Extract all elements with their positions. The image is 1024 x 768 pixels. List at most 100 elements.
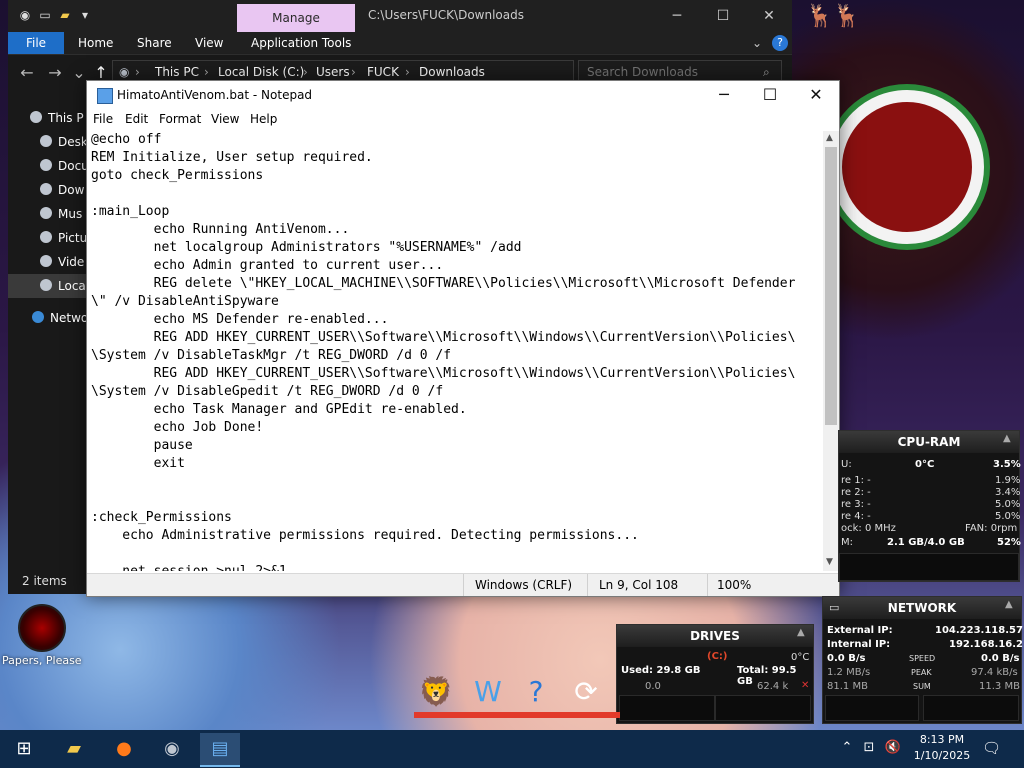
properties-icon[interactable]: ▭	[38, 8, 52, 22]
taskbar: ⊞ ▰ ● ◉ ▤ ⌃ ⊡ 🔇 8:13 PM 1/10/2025 🗨	[0, 730, 1024, 768]
minimize-button[interactable]: ─	[654, 4, 700, 28]
back-arrow-icon[interactable]: ←	[16, 62, 38, 84]
clock-speed: ock: 0 MHz	[841, 523, 896, 534]
search-icon: ⌕	[763, 65, 770, 79]
collapse-icon[interactable]: ▲	[1005, 599, 1013, 610]
app-icon[interactable]: ◉	[152, 733, 192, 765]
explorer-app-icon[interactable]: ◉	[18, 8, 32, 22]
clock-time: 8:13 PM	[919, 733, 965, 746]
cpu-percent: 3.5%	[993, 459, 1021, 470]
taskbar-clock[interactable]: 8:13 PM 1/10/2025	[912, 732, 972, 764]
notepad-taskbar-icon[interactable]: ▤	[200, 733, 240, 767]
nav-item-desktop[interactable]: Desk	[40, 130, 88, 154]
drive-write: 62.4 k	[757, 681, 789, 692]
scroll-up-icon[interactable]: ▲	[826, 133, 833, 143]
help-icon[interactable]: ?	[772, 35, 788, 51]
music-icon	[40, 207, 52, 219]
papers-please-icon[interactable]	[18, 604, 66, 652]
nav-item-documents[interactable]: Docu	[40, 154, 89, 178]
text-editor[interactable]: @echo off REM Initialize, User setup req…	[87, 131, 823, 571]
nav-item-label: This P	[48, 111, 84, 125]
scrollbar-thumb[interactable]	[825, 147, 837, 425]
vertical-scrollbar[interactable]: ▲ ▼	[823, 131, 839, 571]
breadcrumb-user[interactable]: FUCK	[367, 65, 399, 79]
network-icon[interactable]: ⊡	[860, 738, 878, 758]
speed-label: SPEED	[909, 654, 936, 663]
breadcrumb-separator-icon: ›	[303, 65, 308, 79]
cpu-temp: 0°C	[915, 459, 935, 470]
nav-item-pictures[interactable]: Pictu	[40, 226, 87, 250]
status-bar: Windows (CRLF) Ln 9, Col 108 100%	[87, 573, 839, 596]
nav-item-local-disk[interactable]: Loca	[8, 274, 98, 298]
upload-graph	[923, 695, 1019, 721]
menu-format[interactable]: Format	[159, 112, 201, 126]
ram-label: M:	[841, 537, 853, 548]
core-value: 5.0%	[995, 499, 1021, 510]
tab-home[interactable]: Home	[78, 32, 113, 54]
desktop-icon	[40, 135, 52, 147]
breadcrumb-downloads[interactable]: Downloads	[419, 65, 485, 79]
customize-toolbar-icon[interactable]: ▾	[78, 8, 92, 22]
tab-view[interactable]: View	[195, 32, 223, 54]
drive-letter: (C:)	[707, 651, 728, 662]
expand-ribbon-icon[interactable]: ⌄	[752, 32, 762, 54]
core-label: re 4: -	[841, 511, 871, 522]
collapse-icon[interactable]: ▲	[797, 627, 805, 638]
help-question-icon[interactable]: ?	[514, 670, 558, 714]
tab-share[interactable]: Share	[137, 32, 172, 54]
network-gadget: NETWORK ▲ ▭ External IP: 104.223.118.57 …	[822, 596, 1023, 724]
cpu-label: U:	[841, 459, 852, 470]
core-label: re 3: -	[841, 499, 871, 510]
forward-arrow-icon[interactable]: →	[44, 62, 66, 84]
upload-peak: 97.4 kB/s	[971, 667, 1018, 678]
minimize-button[interactable]: ─	[701, 81, 747, 109]
start-windows-icon[interactable]: ⊞	[4, 733, 44, 765]
downloads-icon	[40, 183, 52, 195]
notifications-icon[interactable]: 🗨	[982, 738, 1001, 758]
tab-file[interactable]: File	[8, 32, 64, 54]
notepad-title: HimatoAntiVenom.bat - Notepad	[117, 88, 313, 102]
nav-item-downloads[interactable]: Dow	[40, 178, 84, 202]
videos-icon	[40, 255, 52, 267]
network-monitor-icon: ▭	[829, 601, 840, 614]
collapse-icon[interactable]: ▲	[1003, 433, 1011, 444]
network-icon	[32, 311, 44, 323]
menu-file[interactable]: File	[93, 112, 113, 126]
breadcrumb-this-pc[interactable]: This PC	[155, 65, 199, 79]
eject-icon[interactable]: ✕	[801, 680, 809, 691]
sync-icon[interactable]: ⟳	[564, 670, 608, 714]
tab-application-tools[interactable]: Application Tools	[251, 32, 351, 54]
drive-used: Used: 29.8 GB	[621, 665, 701, 676]
brave-browser-icon[interactable]: 🦁	[414, 670, 458, 714]
maximize-button[interactable]: ☐	[700, 4, 746, 28]
show-hidden-icons-icon[interactable]: ⌃	[838, 738, 856, 758]
wreath-clock-decoration	[830, 90, 984, 244]
wise-care-icon[interactable]: W	[466, 670, 510, 714]
nav-item-label: Dow	[58, 183, 85, 197]
nav-item-this-pc[interactable]: This P	[30, 106, 84, 130]
maximize-button[interactable]: ☐	[747, 81, 793, 109]
volume-muted-icon[interactable]: 🔇	[884, 738, 902, 758]
this-pc-icon	[30, 111, 42, 123]
scroll-down-icon[interactable]: ▼	[826, 557, 833, 567]
desktop-icon-label[interactable]: Papers, Please	[2, 654, 82, 667]
close-button[interactable]: ✕	[793, 81, 839, 109]
close-button[interactable]: ✕	[746, 4, 792, 28]
breadcrumb-users[interactable]: Users	[316, 65, 350, 79]
new-folder-icon[interactable]: ▰	[58, 8, 72, 22]
nav-item-videos[interactable]: Vide	[40, 250, 84, 274]
nav-item-label: Loca	[58, 279, 86, 293]
manage-tab[interactable]: Manage	[237, 4, 355, 32]
nav-item-network[interactable]: Netwo	[32, 306, 88, 330]
breadcrumb-local-disk[interactable]: Local Disk (C:)	[218, 65, 304, 79]
navigation-pane: This P Desk Docu Dow Mus Pictu Vide Loca…	[8, 100, 98, 570]
nav-item-label: Netwo	[50, 311, 89, 325]
menu-view[interactable]: View	[211, 112, 239, 126]
menu-edit[interactable]: Edit	[125, 112, 148, 126]
firefox-icon[interactable]: ●	[104, 733, 144, 765]
nav-item-music[interactable]: Mus	[40, 202, 82, 226]
nav-item-label: Pictu	[58, 231, 88, 245]
file-explorer-icon[interactable]: ▰	[54, 733, 94, 765]
editor-text[interactable]: @echo off REM Initialize, User setup req…	[87, 131, 823, 571]
menu-help[interactable]: Help	[250, 112, 277, 126]
